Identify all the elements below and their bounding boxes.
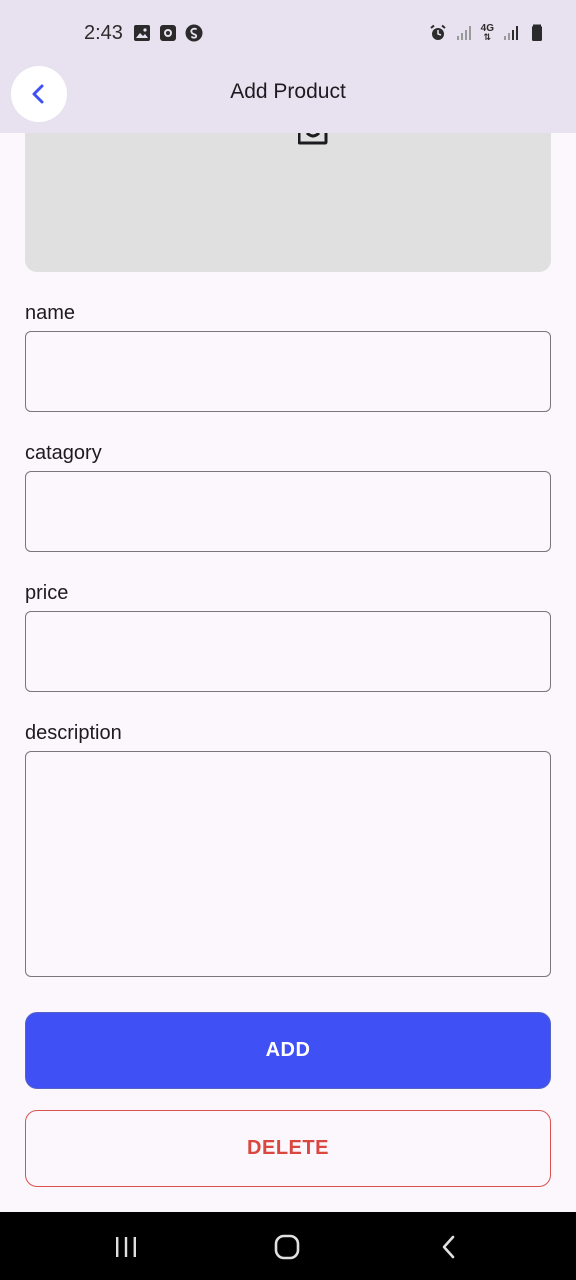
- price-field[interactable]: [25, 611, 551, 692]
- status-right-icons: 4G ⇅: [429, 24, 546, 42]
- back-icon: [442, 1235, 455, 1259]
- signal-icon: [456, 26, 471, 40]
- delete-button-label: DELETE: [247, 1137, 329, 1159]
- nav-back-button[interactable]: [434, 1232, 464, 1262]
- signal-icon: [504, 26, 518, 40]
- status-time: 2:43: [84, 22, 123, 44]
- delete-button[interactable]: DELETE: [25, 1110, 551, 1187]
- camera-icon: [298, 133, 328, 145]
- add-button[interactable]: ADD: [25, 1012, 551, 1089]
- add-button-label: ADD: [265, 1039, 311, 1061]
- home-button[interactable]: [272, 1232, 302, 1262]
- alarm-icon: [430, 24, 446, 40]
- name-field[interactable]: [25, 331, 551, 412]
- status-left-icons: [133, 24, 203, 42]
- battery-icon: [532, 24, 542, 41]
- screen: 2:43 4G ⇅ Add Product name catagory pric…: [0, 0, 576, 1280]
- category-field[interactable]: [25, 471, 551, 552]
- page-title: Add Product: [230, 80, 346, 103]
- description-label: description: [25, 722, 122, 744]
- 4g-data-icon: 4G ⇅: [480, 23, 494, 42]
- description-field[interactable]: [25, 751, 551, 977]
- app-bar: Add Product: [0, 64, 576, 133]
- system-nav-bar: [0, 1212, 576, 1280]
- name-label: name: [25, 302, 76, 324]
- image-picker[interactable]: [25, 133, 551, 272]
- screen-record-icon: [160, 25, 176, 41]
- image-icon: [134, 25, 150, 41]
- category-label: catagory: [25, 442, 102, 464]
- recent-apps-icon: [116, 1237, 136, 1257]
- status-bar: 2:43 4G ⇅: [0, 0, 576, 64]
- recent-apps-button[interactable]: [111, 1232, 141, 1262]
- price-label: price: [25, 582, 69, 604]
- home-icon: [274, 1234, 300, 1260]
- shazam-icon: [185, 24, 203, 42]
